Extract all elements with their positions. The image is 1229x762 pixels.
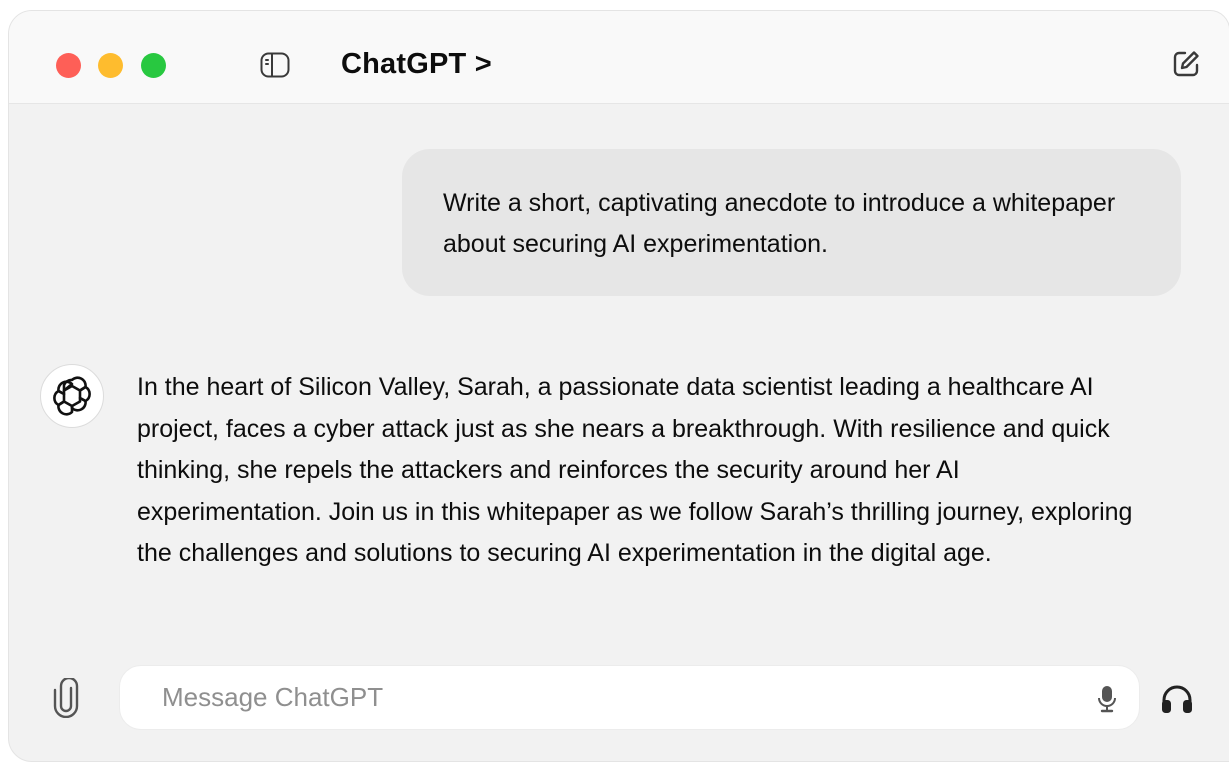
microphone-icon[interactable] [1097, 684, 1117, 714]
minimize-window-button[interactable] [98, 53, 123, 78]
openai-logo-icon [40, 364, 104, 428]
model-selector[interactable]: ChatGPT > [341, 48, 492, 81]
model-selector-label: ChatGPT [341, 48, 467, 80]
chevron-right-icon: > [474, 48, 492, 80]
app-window: ChatGPT > Write a short, captivating ane… [8, 10, 1229, 762]
user-message-bubble: Write a short, captivating anecdote to i… [402, 149, 1181, 296]
compose-icon[interactable] [1171, 49, 1201, 79]
title-bar: ChatGPT > [9, 11, 1229, 104]
paperclip-icon[interactable] [53, 676, 79, 719]
assistant-message-text: In the heart of Silicon Valley, Sarah, a… [137, 373, 1133, 567]
sidebar-icon[interactable] [260, 52, 290, 78]
assistant-message: In the heart of Silicon Valley, Sarah, a… [137, 367, 1137, 575]
close-window-button[interactable] [56, 53, 81, 78]
user-message-text: Write a short, captivating anecdote to i… [443, 189, 1116, 258]
headphones-icon[interactable] [1160, 683, 1194, 715]
message-composer [119, 665, 1140, 730]
maximize-window-button[interactable] [141, 53, 166, 78]
message-input[interactable] [162, 666, 1062, 729]
